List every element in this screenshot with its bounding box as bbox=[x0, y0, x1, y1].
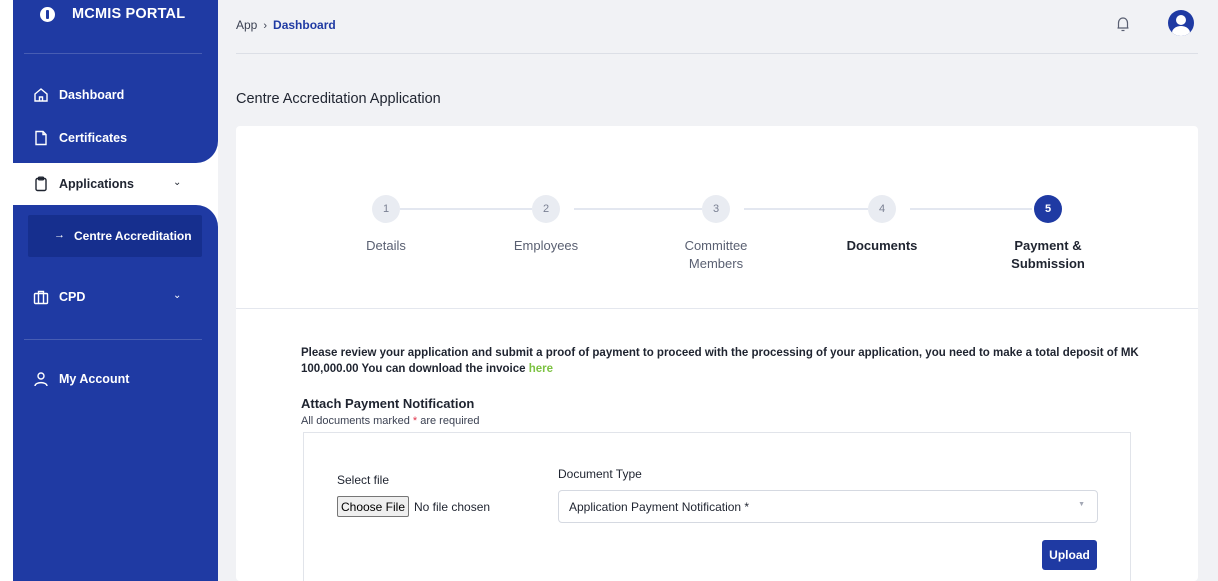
sidebar-item-cpd[interactable]: CPD ⌄ bbox=[13, 278, 218, 316]
step-3-label: Committee Members bbox=[656, 237, 776, 273]
sidebar: MCMIS PORTAL Dashboard Certificates Appl… bbox=[0, 0, 218, 581]
sidebar-divider bbox=[24, 339, 202, 340]
step-1-label: Details bbox=[326, 237, 446, 255]
briefcase-icon bbox=[33, 290, 49, 305]
sidebar-item-label: My Account bbox=[59, 372, 130, 386]
step-2-circle[interactable]: 2 bbox=[532, 195, 560, 223]
step-connector bbox=[910, 208, 1032, 210]
payment-notice-text: Please review your application and submi… bbox=[301, 347, 1139, 375]
document-type-label: Document Type bbox=[558, 467, 642, 481]
breadcrumb-root[interactable]: App bbox=[236, 18, 257, 32]
sidebar-subitem-centre-accreditation[interactable]: → Centre Accreditation bbox=[28, 215, 202, 257]
chevron-down-icon[interactable]: ⌄ bbox=[173, 290, 181, 301]
logo-icon bbox=[40, 7, 55, 22]
no-file-status: No file chosen bbox=[414, 500, 491, 514]
caret-down-icon: ▼ bbox=[1078, 501, 1085, 508]
document-type-value: Application Payment Notification * bbox=[569, 500, 750, 514]
sidebar-item-my-account[interactable]: My Account bbox=[13, 360, 218, 398]
user-icon bbox=[34, 372, 48, 387]
breadcrumb-current[interactable]: Dashboard bbox=[273, 18, 336, 32]
sidebar-item-label: Applications bbox=[59, 177, 135, 191]
sidebar-item-label: Certificates bbox=[59, 131, 128, 145]
sidebar-item-dashboard[interactable]: Dashboard bbox=[13, 76, 218, 114]
page-title: Centre Accreditation Application bbox=[236, 91, 441, 107]
step-label-line: Payment & bbox=[1014, 238, 1082, 253]
step-connector bbox=[744, 208, 868, 210]
sidebar-divider bbox=[24, 53, 202, 54]
document-type-select[interactable]: Application Payment Notification * ▼ bbox=[558, 490, 1098, 523]
choose-file-button[interactable]: Choose File bbox=[337, 496, 409, 517]
application-card: 1 2 3 4 5 Details Employees Committee Me… bbox=[236, 126, 1198, 581]
step-label-line: Employees bbox=[513, 238, 579, 253]
avatar-head bbox=[1176, 15, 1186, 25]
required-note: All documents marked * are required bbox=[301, 415, 480, 427]
brand: MCMIS PORTAL bbox=[13, 0, 218, 34]
brand-title: MCMIS PORTAL bbox=[72, 6, 186, 22]
step-label-line: Details bbox=[366, 238, 406, 253]
upload-box: Select file Choose File No file chosen D… bbox=[303, 432, 1131, 581]
step-4-label: Documents bbox=[822, 237, 942, 255]
step-label-line: Members bbox=[688, 256, 744, 271]
file-icon bbox=[35, 130, 47, 146]
sidebar-item-certificates[interactable]: Certificates bbox=[13, 119, 218, 157]
avatar[interactable] bbox=[1168, 10, 1194, 36]
required-note-prefix: All documents marked bbox=[301, 415, 413, 427]
bell-icon[interactable] bbox=[1115, 15, 1131, 33]
step-1-circle[interactable]: 1 bbox=[372, 195, 400, 223]
sidebar-item-label: CPD bbox=[59, 290, 86, 304]
step-3-circle[interactable]: 3 bbox=[702, 195, 730, 223]
top-header: App › Dashboard bbox=[236, 0, 1198, 54]
breadcrumb-separator-icon: › bbox=[263, 20, 268, 32]
payment-notice: Please review your application and submi… bbox=[301, 345, 1141, 377]
required-note-suffix: are required bbox=[417, 415, 480, 427]
sidebar-item-label: Dashboard bbox=[59, 88, 125, 102]
step-label-line: Committee bbox=[684, 238, 748, 253]
step-label-line: Documents bbox=[846, 238, 918, 253]
step-connector bbox=[400, 208, 532, 210]
avatar-body bbox=[1172, 26, 1190, 36]
chevron-down-icon[interactable]: ⌄ bbox=[173, 177, 181, 188]
home-icon bbox=[34, 88, 48, 102]
step-4-circle[interactable]: 4 bbox=[868, 195, 896, 223]
clipboard-icon bbox=[35, 176, 47, 192]
sidebar-item-label: Centre Accreditation bbox=[74, 229, 192, 243]
step-label-line: Submission bbox=[1011, 256, 1085, 271]
step-5-circle[interactable]: 5 bbox=[1034, 195, 1062, 223]
sidebar-item-applications[interactable]: Applications ⌄ bbox=[13, 165, 218, 203]
invoice-download-link[interactable]: here bbox=[529, 363, 553, 375]
attach-payment-title: Attach Payment Notification bbox=[301, 396, 475, 411]
stepper: 1 2 3 4 5 Details Employees Committee Me… bbox=[236, 126, 1198, 309]
breadcrumb: App › Dashboard bbox=[236, 18, 336, 32]
select-file-label: Select file bbox=[337, 473, 390, 487]
step-5-label: Payment & Submission bbox=[988, 237, 1108, 273]
step-2-label: Employees bbox=[486, 237, 606, 255]
step-connector bbox=[574, 208, 702, 210]
upload-button[interactable]: Upload bbox=[1042, 540, 1097, 570]
arrow-right-icon: → bbox=[54, 229, 65, 241]
